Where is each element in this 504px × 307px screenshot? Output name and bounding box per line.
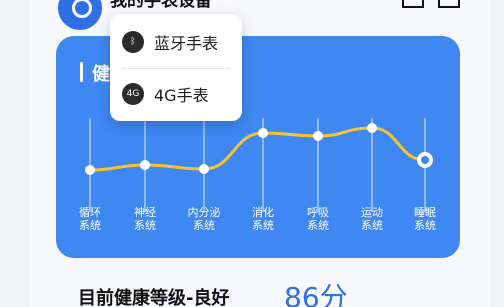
header-actions bbox=[402, 0, 460, 8]
data-point-1[interactable] bbox=[140, 160, 150, 170]
x-tick-label-6: 睡眠 系统 bbox=[414, 206, 436, 232]
x-tick-label-5: 运动 系统 bbox=[361, 206, 383, 232]
expand-icon[interactable] bbox=[438, 0, 460, 8]
data-point-highlight-core bbox=[421, 156, 429, 164]
menu-item-bluetooth-watch[interactable]: ᛒ 蓝牙手表 bbox=[122, 27, 218, 57]
data-point-5[interactable] bbox=[367, 123, 377, 133]
bluetooth-icon: ᛒ bbox=[122, 31, 144, 53]
x-tick-label-2: 内分泌 系统 bbox=[187, 206, 221, 232]
x-tick-label-1: 神经 系统 bbox=[134, 206, 156, 232]
data-point-3[interactable] bbox=[258, 128, 268, 138]
x-tick-label-4: 呼吸 系统 bbox=[307, 206, 329, 232]
x-tick-label-3: 消化 系统 bbox=[252, 206, 274, 232]
menu-item-4g-watch[interactable]: 4G 4G手表 bbox=[122, 79, 209, 109]
health-level-label: 目前健康等级-良好 bbox=[78, 288, 230, 307]
page-title: 我的手表设备 bbox=[110, 0, 230, 8]
menu-item-label: 蓝牙手表 bbox=[154, 34, 219, 53]
data-point-2[interactable] bbox=[199, 164, 209, 174]
menu-item-label: 4G手表 bbox=[154, 86, 209, 105]
data-point-4[interactable] bbox=[313, 131, 323, 141]
health-score: 86分 bbox=[284, 281, 348, 307]
menu-divider bbox=[122, 68, 230, 69]
scan-icon[interactable] bbox=[402, 0, 424, 8]
4g-icon: 4G bbox=[122, 83, 144, 105]
data-point-0[interactable] bbox=[85, 165, 95, 175]
x-tick-label-0: 循环 系统 bbox=[79, 206, 101, 232]
device-dropdown-menu: ᛒ 蓝牙手表 4G 4G手表 bbox=[110, 14, 242, 121]
